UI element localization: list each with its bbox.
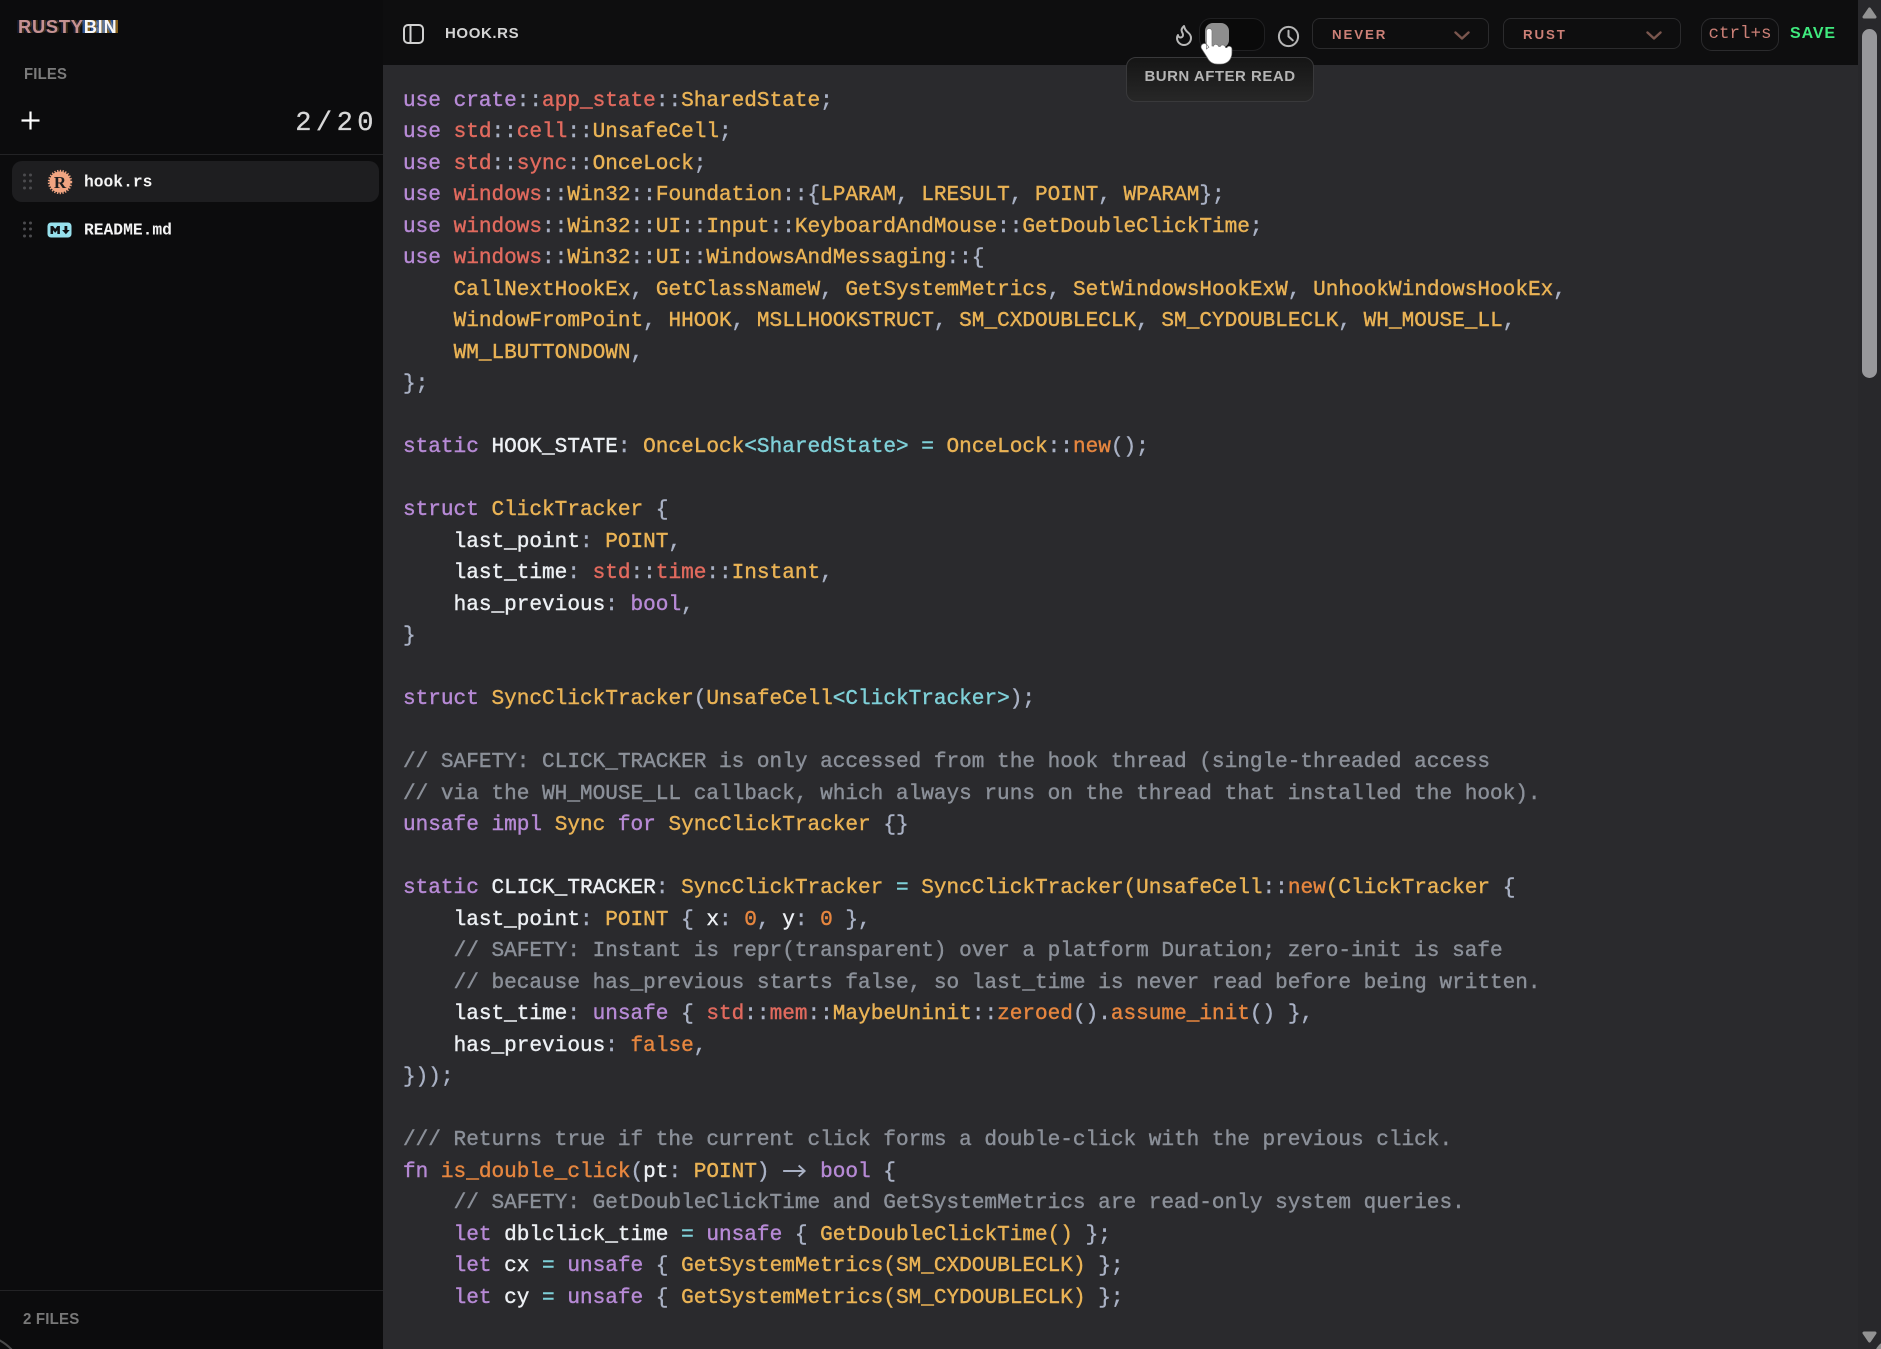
svg-text:R: R [54,172,67,191]
